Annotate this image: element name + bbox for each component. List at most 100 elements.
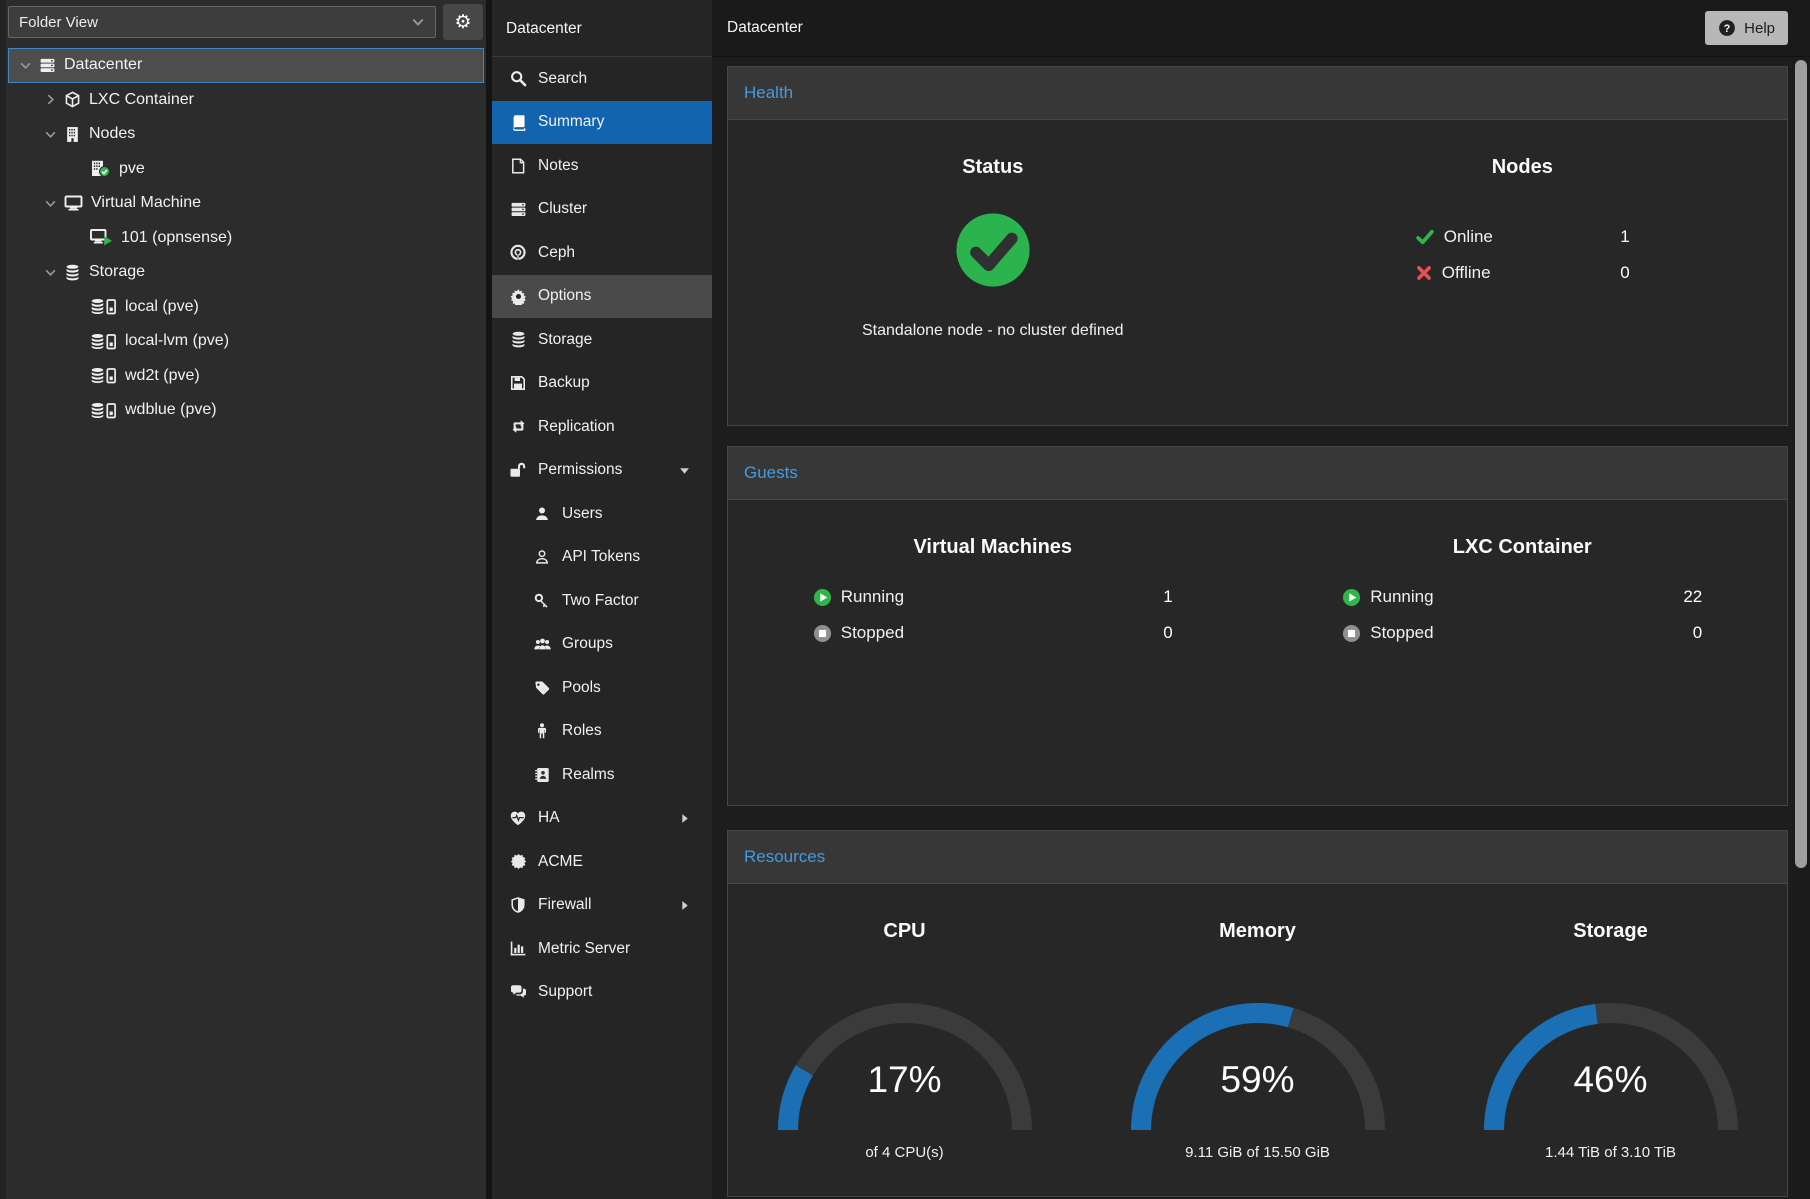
status-title: Status bbox=[728, 156, 1258, 179]
server-stack-icon bbox=[506, 201, 530, 218]
server-stack-icon bbox=[39, 57, 56, 74]
health-panel-body: Status Standalone node - no cluster defi… bbox=[728, 120, 1787, 425]
tree-item-label: Virtual Machine bbox=[91, 194, 201, 212]
nav-item-pools[interactable]: Pools bbox=[492, 666, 712, 710]
nodes-column: Nodes Online 1 Offline 0 bbox=[1258, 120, 1788, 425]
gauge-column: CPU 17% of 4 CPU(s) bbox=[728, 884, 1081, 1196]
unlock-icon bbox=[506, 462, 530, 478]
tree-item-label: wdblue (pve) bbox=[125, 401, 217, 419]
info-row: Stopped 0 bbox=[1342, 623, 1702, 643]
gauge-percent: 59% bbox=[1123, 1059, 1393, 1101]
tree-item[interactable]: pve bbox=[8, 152, 484, 187]
database-drive-icon bbox=[90, 402, 117, 419]
tree-item[interactable]: wdblue (pve) bbox=[8, 393, 484, 428]
resources-panel: Resources CPU 17% of 4 CPU(s) Memory 59%… bbox=[727, 830, 1788, 1197]
database-drive-icon bbox=[90, 298, 117, 315]
tree-item[interactable]: wd2t (pve) bbox=[8, 359, 484, 394]
nav-item-support[interactable]: Support bbox=[492, 971, 712, 1015]
nav-item-replication[interactable]: Replication bbox=[492, 405, 712, 449]
info-row-label: Running bbox=[1370, 587, 1433, 607]
chevron-down-icon[interactable] bbox=[44, 128, 64, 141]
guests-column: Virtual Machines Running 1 Stopped 0 bbox=[728, 500, 1258, 805]
info-row: Running 22 bbox=[1342, 587, 1702, 607]
nav-item-roles[interactable]: Roles bbox=[492, 710, 712, 754]
nav-item-options[interactable]: Options bbox=[492, 275, 712, 319]
info-row: Running 1 bbox=[813, 587, 1173, 607]
view-selector-dropdown[interactable]: Folder View bbox=[8, 6, 436, 38]
nav-panel: Datacenter Search Summary Notes Cluster … bbox=[492, 0, 712, 1199]
cube-icon bbox=[64, 91, 81, 108]
info-row-value: 1 bbox=[1620, 227, 1629, 247]
database-icon bbox=[64, 264, 81, 281]
chevron-right-icon[interactable] bbox=[44, 93, 64, 106]
scrollbar-thumb[interactable] bbox=[1795, 60, 1807, 868]
nav-item-realms[interactable]: Realms bbox=[492, 753, 712, 797]
ceph-icon bbox=[506, 244, 530, 262]
key-icon bbox=[530, 593, 554, 609]
guests-rows: Running 1 Stopped 0 bbox=[813, 587, 1173, 643]
nav-item-api-tokens[interactable]: API Tokens bbox=[492, 536, 712, 580]
nodes-title: Nodes bbox=[1258, 156, 1788, 179]
gauge-title: CPU bbox=[728, 920, 1081, 943]
tree-settings-button[interactable]: ⚙ bbox=[443, 4, 483, 40]
tree-item[interactable]: Virtual Machine bbox=[8, 186, 484, 221]
chevron-down-icon[interactable] bbox=[44, 266, 64, 279]
play-circle-icon bbox=[1342, 588, 1361, 607]
nav-item-label: Firewall bbox=[538, 896, 591, 914]
nav-item-ha[interactable]: HA bbox=[492, 797, 712, 841]
search-icon bbox=[506, 70, 530, 87]
tree-item[interactable]: LXC Container bbox=[8, 83, 484, 118]
nav-item-users[interactable]: Users bbox=[492, 492, 712, 536]
floppy-icon bbox=[506, 375, 530, 391]
nav-item-summary[interactable]: Summary bbox=[492, 101, 712, 145]
chevron-down-icon[interactable] bbox=[19, 59, 39, 72]
nav-item-notes[interactable]: Notes bbox=[492, 144, 712, 188]
cross-icon bbox=[1415, 264, 1433, 282]
nav-item-search[interactable]: Search bbox=[492, 57, 712, 101]
building-check-icon bbox=[90, 160, 111, 177]
resource-tree-panel: Folder View ⚙ Datacenter LXC Container N… bbox=[0, 0, 486, 1199]
chevron-down-icon[interactable] bbox=[44, 197, 64, 210]
gear-icon bbox=[506, 288, 530, 305]
gauge-title: Memory bbox=[1081, 920, 1434, 943]
svg-text:?: ? bbox=[1724, 23, 1731, 35]
tree-item[interactable]: local (pve) bbox=[8, 290, 484, 325]
nav-item-label: Realms bbox=[562, 766, 615, 784]
play-circle-icon bbox=[813, 588, 832, 607]
health-panel-header: Health bbox=[728, 67, 1787, 120]
status-ok-icon bbox=[954, 211, 1032, 289]
info-row: Stopped 0 bbox=[813, 623, 1173, 643]
nav-item-groups[interactable]: Groups bbox=[492, 623, 712, 667]
info-row-value: 0 bbox=[1163, 623, 1172, 643]
gauge-title: Storage bbox=[1434, 920, 1787, 943]
status-column: Status Standalone node - no cluster defi… bbox=[728, 120, 1258, 425]
nav-item-backup[interactable]: Backup bbox=[492, 362, 712, 406]
nav-item-firewall[interactable]: Firewall bbox=[492, 884, 712, 928]
nav-item-acme[interactable]: ACME bbox=[492, 840, 712, 884]
guests-column-title: Virtual Machines bbox=[728, 536, 1258, 559]
gauge-percent: 17% bbox=[770, 1059, 1040, 1101]
chevron-down-icon bbox=[411, 15, 425, 29]
gauge-detail: 9.11 GiB of 15.50 GiB bbox=[1081, 1144, 1434, 1161]
nav-item-permissions[interactable]: Permissions bbox=[492, 449, 712, 493]
nav-item-ceph[interactable]: Ceph bbox=[492, 231, 712, 275]
database-drive-icon bbox=[90, 367, 117, 384]
nav-item-label: Metric Server bbox=[538, 940, 630, 958]
guests-column-title: LXC Container bbox=[1258, 536, 1788, 559]
caret-right-icon bbox=[679, 813, 690, 824]
vertical-scrollbar[interactable] bbox=[1792, 57, 1810, 1199]
nav-item-storage[interactable]: Storage bbox=[492, 318, 712, 362]
guests-panel-header: Guests bbox=[728, 447, 1787, 500]
database-icon bbox=[506, 331, 530, 348]
note-icon bbox=[506, 158, 530, 174]
tree-item[interactable]: Datacenter bbox=[8, 48, 484, 83]
tree-item-label: Datacenter bbox=[64, 56, 142, 74]
nav-item-cluster[interactable]: Cluster bbox=[492, 188, 712, 232]
tree-item[interactable]: local-lvm (pve) bbox=[8, 324, 484, 359]
help-button[interactable]: ? Help bbox=[1705, 11, 1788, 45]
tree-item[interactable]: 101 (opnsense) bbox=[8, 221, 484, 256]
tree-item[interactable]: Nodes bbox=[8, 117, 484, 152]
nav-item-two-factor[interactable]: Two Factor bbox=[492, 579, 712, 623]
nav-item-metric-server[interactable]: Metric Server bbox=[492, 927, 712, 971]
tree-item[interactable]: Storage bbox=[8, 255, 484, 290]
